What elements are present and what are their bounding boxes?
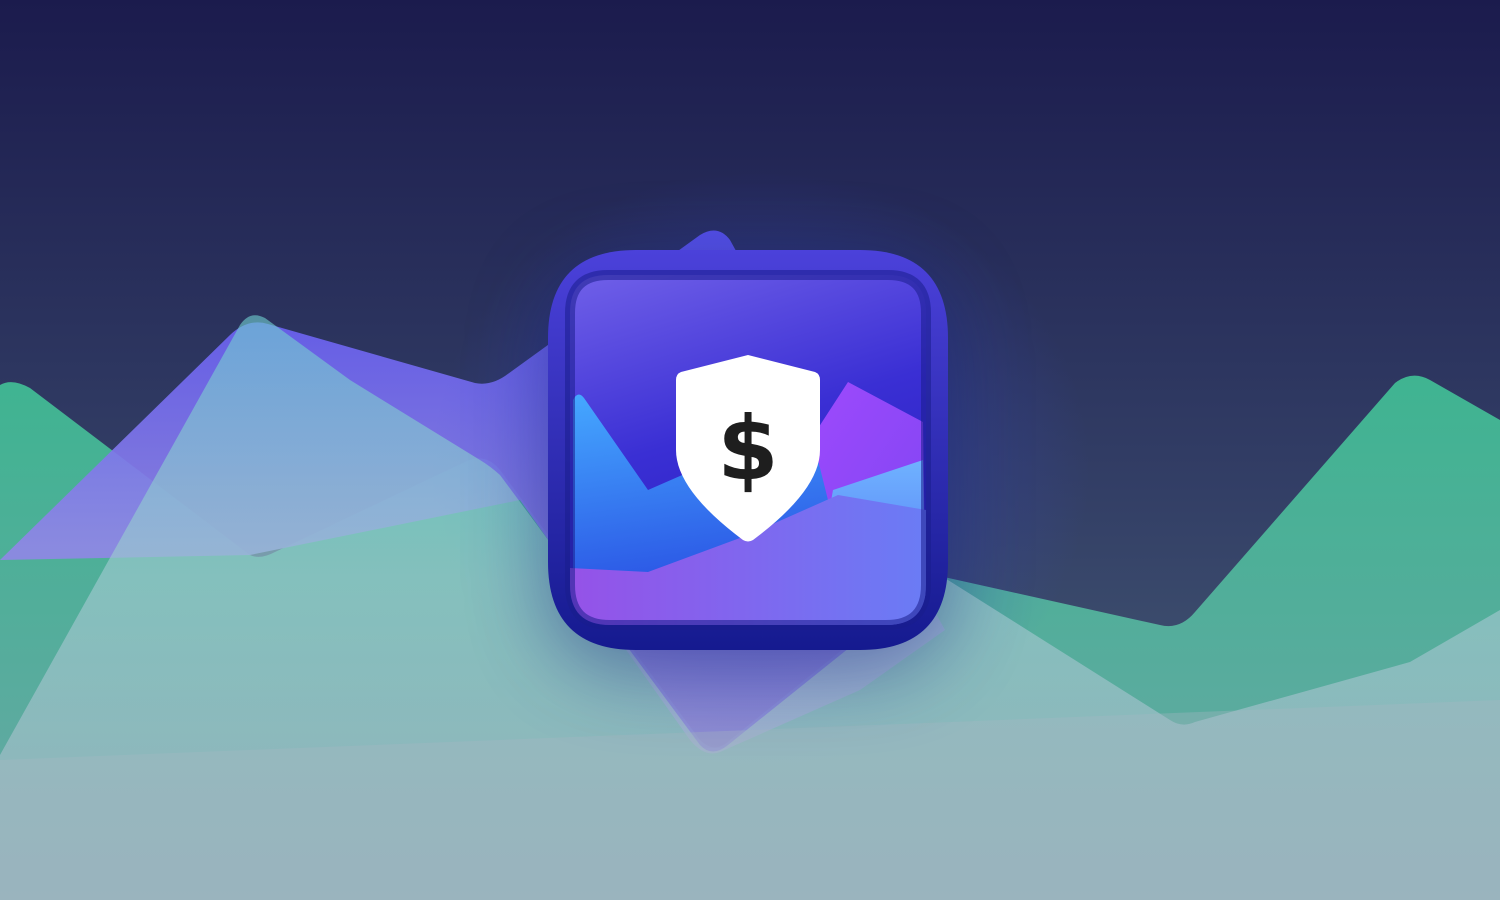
shield-dollar-app-icon[interactable]: $ xyxy=(548,250,948,650)
app-icon-graphic: $ xyxy=(548,250,948,650)
background-scene: $ xyxy=(0,0,1500,900)
dollar-glyph: $ xyxy=(717,397,778,500)
